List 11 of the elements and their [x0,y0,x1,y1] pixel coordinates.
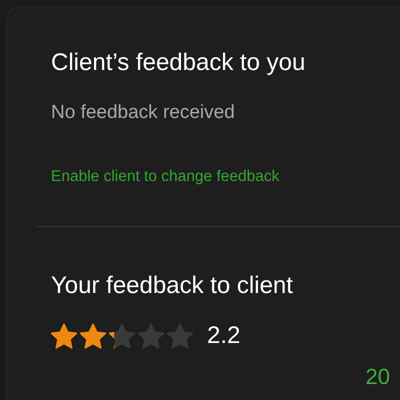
feedback-status: No feedback received [51,101,236,125]
section-title: Client’s feedback to you [51,48,306,78]
enable-feedback-link[interactable]: Enable client to change feedback [51,166,280,188]
star-icon [80,323,106,349]
section-title: Your feedback to client [51,271,294,301]
star-icon [138,323,164,349]
star-icon [167,323,193,349]
star-icon [51,323,77,349]
rating-value: 2.2 [207,321,240,351]
star-icon [109,323,135,349]
page-number: 20 [366,364,390,390]
